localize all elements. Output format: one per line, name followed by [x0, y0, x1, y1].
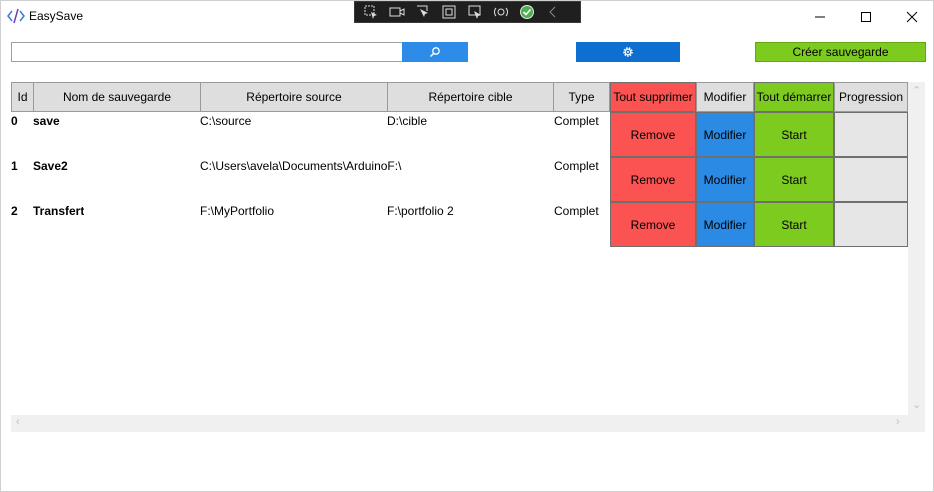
video-icon[interactable]	[387, 2, 407, 22]
hot-reload-icon[interactable]	[491, 2, 511, 22]
close-icon	[906, 11, 918, 22]
row-0-modify-button[interactable]: Modifier	[696, 112, 754, 157]
row-1-start-button[interactable]: Start	[754, 157, 834, 202]
start-all-button[interactable]: Tout démarrer	[754, 82, 834, 112]
row-1-source: C:\Users\avela\Documents\ArduinoF:\	[200, 159, 402, 173]
row-2-source: F:\MyPortfolio	[200, 204, 275, 218]
inspect-icon[interactable]	[465, 2, 485, 22]
search-input[interactable]	[11, 42, 403, 62]
check-icon[interactable]	[517, 2, 537, 22]
row-0-start-button[interactable]: Start	[754, 112, 834, 157]
search-icon	[429, 47, 440, 58]
header-modify[interactable]: Modifier	[696, 82, 754, 112]
delete-all-button[interactable]: Tout supprimer	[610, 82, 696, 112]
gear-icon	[623, 47, 633, 57]
row-0-name: save	[33, 114, 60, 128]
backup-table: Id Nom de sauvegarde Répertoire source R…	[11, 82, 925, 432]
select-element-icon[interactable]	[361, 2, 381, 22]
maximize-button[interactable]	[843, 1, 889, 32]
create-backup-button[interactable]: Créer sauvegarde	[755, 42, 926, 62]
row-0-remove-button[interactable]: Remove	[610, 112, 696, 157]
scroll-down-icon[interactable]: ⌄	[912, 398, 921, 411]
row-2-modify-button[interactable]: Modifier	[696, 202, 754, 247]
row-1-modify-button[interactable]: Modifier	[696, 157, 754, 202]
minimize-icon	[815, 16, 825, 17]
scroll-right-icon[interactable]: ›	[896, 416, 900, 428]
header-type[interactable]: Type	[553, 82, 610, 112]
frame-icon[interactable]	[439, 2, 459, 22]
header-source[interactable]: Répertoire source	[200, 82, 388, 112]
row-2-name: Transfert	[33, 204, 85, 218]
row-1-name: Save2	[33, 159, 68, 173]
row-2-id: 2	[11, 204, 18, 218]
minimize-button[interactable]	[797, 1, 843, 32]
window-title: EasySave	[29, 9, 84, 23]
header-target[interactable]: Répertoire cible	[387, 82, 554, 112]
row-0-progress	[834, 112, 908, 157]
row-1-id: 1	[11, 159, 18, 173]
scroll-up-icon[interactable]: ⌃	[912, 84, 921, 97]
row-2-target: F:\portfolio 2	[387, 204, 454, 218]
row-2-type: Complet	[554, 204, 599, 218]
vertical-scrollbar[interactable]: ⌃ ⌄	[908, 82, 925, 415]
row-2-remove-button[interactable]: Remove	[610, 202, 696, 247]
header-progress[interactable]: Progression	[834, 82, 908, 112]
row-2-start-button[interactable]: Start	[754, 202, 834, 247]
collapse-icon[interactable]	[543, 2, 563, 22]
debug-toolbar	[354, 1, 581, 23]
row-2-progress	[834, 202, 908, 247]
horizontal-scrollbar[interactable]: ‹ ›	[11, 415, 925, 432]
row-1-type: Complet	[554, 159, 599, 173]
header-id[interactable]: Id	[11, 82, 34, 112]
settings-button[interactable]	[576, 42, 680, 62]
row-0-target: D:\cible	[387, 114, 428, 128]
row-1-remove-button[interactable]: Remove	[610, 157, 696, 202]
close-button[interactable]	[889, 1, 934, 32]
app-window: EasySave Créer sauvegarde Id Nom de sauv…	[0, 0, 934, 492]
row-0-id: 0	[11, 114, 18, 128]
header-name[interactable]: Nom de sauvegarde	[33, 82, 201, 112]
pointer-icon[interactable]	[413, 2, 433, 22]
row-1-progress	[834, 157, 908, 202]
app-logo-icon	[7, 8, 25, 24]
row-0-type: Complet	[554, 114, 599, 128]
search-button[interactable]	[402, 42, 468, 62]
row-0-source: C:\source	[200, 114, 252, 128]
maximize-icon	[861, 11, 871, 22]
scroll-left-icon[interactable]: ‹	[16, 416, 20, 428]
